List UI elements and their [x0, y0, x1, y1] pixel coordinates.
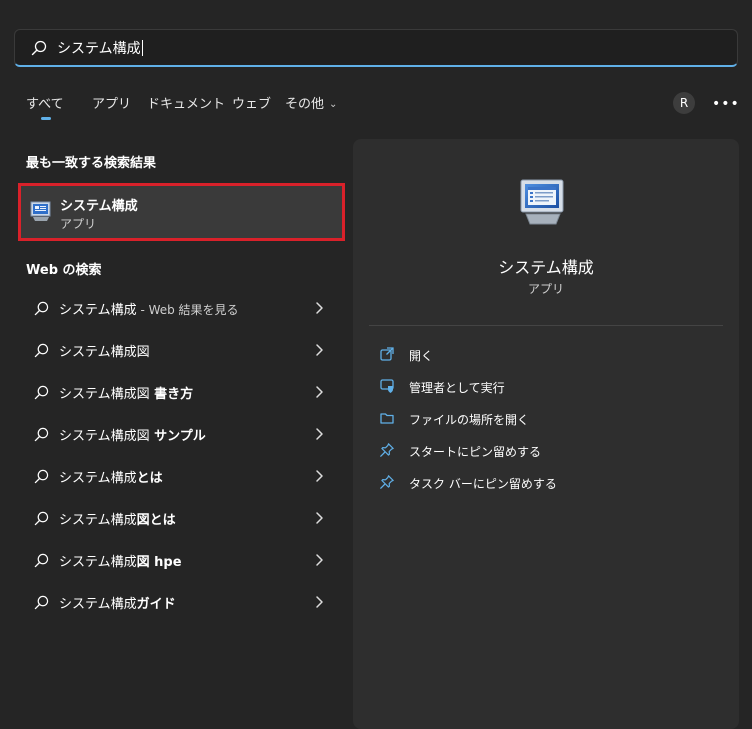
chevron-right-icon: [316, 344, 323, 356]
search-icon: [31, 40, 47, 56]
web-search-item[interactable]: システム構成図とは: [18, 497, 345, 539]
chevron-right-icon: [316, 386, 323, 398]
web-search-title: Web の検索: [26, 263, 102, 278]
search-icon: [34, 469, 49, 484]
web-search-item[interactable]: システム構成図 書き方: [18, 371, 345, 413]
more-options-icon[interactable]: •••: [712, 96, 739, 112]
tab-all[interactable]: すべて: [26, 93, 64, 112]
action-label: スタートにピン留めする: [409, 445, 542, 459]
action-label: 開く: [409, 349, 434, 363]
web-search-item[interactable]: システム構成ガイド: [18, 581, 345, 623]
pin-icon: [380, 475, 394, 489]
search-input[interactable]: システム構成: [57, 40, 143, 58]
tab-apps[interactable]: アプリ: [92, 93, 131, 112]
web-search-list: システム構成 - Web 結果を見る システム構成図システム構成図 書き方 システム…: [18, 287, 345, 623]
best-match-type: アプリ: [60, 217, 97, 231]
pin-icon: [380, 443, 394, 457]
best-match-title: 最も一致する検索結果: [26, 156, 157, 171]
web-search-item[interactable]: システム構成図 hpe: [18, 539, 345, 581]
folder-icon: [380, 413, 394, 424]
search-icon: [34, 595, 49, 610]
chevron-right-icon: [316, 428, 323, 440]
active-tab-indicator: [41, 117, 51, 120]
detail-app-type: アプリ: [527, 282, 564, 296]
detail-app-name: システム構成: [498, 258, 594, 277]
best-match-result[interactable]: システム構成 アプリ: [18, 183, 345, 241]
web-search-item[interactable]: システム構成図 サンプル: [18, 413, 345, 455]
search-icon: [34, 553, 49, 568]
web-search-item[interactable]: システム構成 - Web 結果を見る: [18, 287, 345, 329]
web-search-item[interactable]: システム構成とは: [18, 455, 345, 497]
detail-panel: システム構成 アプリ 開く管理者として実行ファイルの場所を開く スタートにピン留め…: [353, 139, 739, 729]
web-search-item-label: システム構成図 hpe: [59, 555, 182, 570]
text-caret: [141, 40, 143, 56]
web-search-item-label: システム構成図 サンプル: [59, 429, 206, 444]
search-icon: [34, 385, 49, 400]
shield-admin-icon: [380, 379, 394, 393]
web-search-item-label: システム構成 - Web 結果を見る: [59, 303, 239, 318]
chevron-right-icon: [316, 470, 323, 482]
tab-documents[interactable]: ドキュメント: [147, 93, 225, 112]
search-icon: [34, 301, 49, 316]
web-search-item-label: システム構成図 書き方: [59, 387, 194, 402]
web-search-item-label: システム構成図とは: [59, 513, 176, 528]
chevron-right-icon: [316, 302, 323, 314]
chevron-down-icon: ⌄: [329, 99, 338, 110]
web-search-item-label: システム構成図: [59, 345, 150, 360]
system-config-app-icon: [30, 201, 51, 221]
action-label: ファイルの場所を開く: [409, 413, 530, 427]
open-external-icon: [380, 347, 394, 361]
action-label: タスク バーにピン留めする: [409, 477, 557, 491]
search-box[interactable]: システム構成: [14, 29, 738, 67]
avatar[interactable]: R: [673, 92, 695, 114]
chevron-right-icon: [316, 554, 323, 566]
web-search-item-label: システム構成ガイド: [59, 597, 176, 612]
search-icon: [34, 511, 49, 526]
tab-more[interactable]: その他 ⌄: [285, 93, 337, 112]
tab-web[interactable]: ウェブ: [232, 93, 271, 112]
system-config-large-icon: [520, 179, 564, 225]
best-match-name: システム構成: [60, 199, 138, 214]
chevron-right-icon: [316, 596, 323, 608]
chevron-right-icon: [316, 512, 323, 524]
web-search-item-label: システム構成とは: [59, 471, 163, 486]
divider: [369, 325, 723, 326]
action-label: 管理者として実行: [409, 381, 505, 395]
search-icon: [34, 343, 49, 358]
search-icon: [34, 427, 49, 442]
web-search-item[interactable]: システム構成図: [18, 329, 345, 371]
